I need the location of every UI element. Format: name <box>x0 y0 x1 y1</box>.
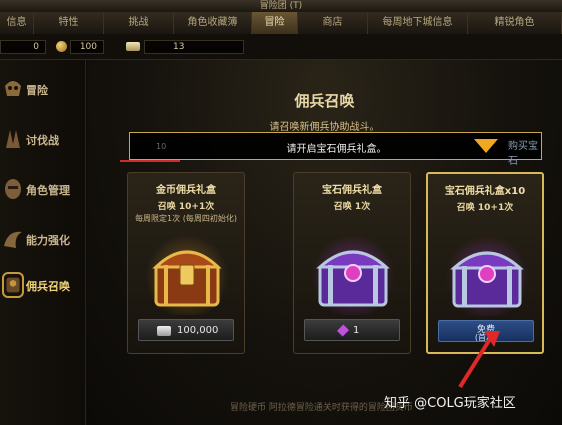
tab-character-album[interactable]: 角色收藏簿 <box>174 12 252 34</box>
sidebar-item-mercenary-summon[interactable]: 佣兵召唤 <box>0 268 86 302</box>
currency-gold-value: 100 <box>70 40 104 54</box>
purple-chest-icon <box>442 232 532 316</box>
sidebar-item-character-manage[interactable]: 角色管理 <box>0 172 86 206</box>
card-title: 宝石佣兵礼盒x10 <box>444 186 526 197</box>
purple-gem-icon <box>336 324 350 337</box>
buy-gem-button[interactable]: 购买宝石 <box>508 137 541 167</box>
notice-highlight-line <box>120 160 180 162</box>
beast-claw-icon <box>6 130 20 148</box>
watermark: 知乎 @COLG玩家社区 <box>384 396 516 411</box>
sidebar: 冒险 讨伐战 角色管理 能力强化 佣兵召唤 <box>0 60 86 425</box>
tab-adventure[interactable]: 冒险 <box>252 12 298 34</box>
down-arrow-icon <box>474 139 498 153</box>
card-title: 金币佣兵礼盒 <box>156 185 216 196</box>
gem-box-buy-button[interactable]: 1 <box>304 319 400 341</box>
tab-traits[interactable]: 特性 <box>34 12 104 34</box>
currency-bars-value: 13 <box>144 40 244 54</box>
purple-chest-icon <box>308 231 398 315</box>
gold-mercenary-box-card[interactable]: 金币佣兵礼盒 召唤 10+1次 每周限定1次 (每周四初始化) 100,000 <box>127 172 245 354</box>
tab-shop[interactable]: 商店 <box>298 12 368 34</box>
card-summon-count: 召唤 10+1次 <box>456 203 514 213</box>
card-title: 宝石佣兵礼盒 <box>322 185 382 196</box>
currency-first-value: 0 <box>0 40 46 54</box>
price-value: 1 <box>353 325 360 336</box>
sidebar-item-label: 讨伐战 <box>26 134 59 147</box>
sidebar-item-raid[interactable]: 讨伐战 <box>0 122 86 156</box>
card-note: 每周限定1次 (每周四初始化) <box>135 214 237 223</box>
card-summon-count: 召唤 10+1次 <box>157 202 215 212</box>
silver-bars-icon <box>157 326 171 336</box>
page-title: 佣兵召唤 <box>294 92 355 110</box>
sidebar-item-adventure[interactable]: 冒险 <box>0 72 86 106</box>
mercenary-icon <box>2 272 24 298</box>
tab-elite-character[interactable]: 精锐角色 <box>468 12 562 34</box>
tab-bar: 信息 特性 挑战 角色收藏簿 冒险 商店 每周地下城信息 精锐角色 <box>0 12 562 34</box>
notice-bar: 10 请开启宝石佣兵礼盒。 购买宝石 <box>120 132 542 167</box>
page-subtitle: 请召唤新佣兵协助战斗。 <box>269 122 380 133</box>
sidebar-item-label: 能力强化 <box>26 234 70 247</box>
dragon-wing-icon <box>4 231 22 248</box>
window-title: 冒险团 (T) <box>0 0 562 12</box>
sidebar-item-label: 角色管理 <box>26 184 70 197</box>
tab-challenge[interactable]: 挑战 <box>104 12 174 34</box>
sidebar-item-label: 冒险 <box>26 84 48 97</box>
sidebar-item-label: 佣兵召唤 <box>26 280 70 293</box>
warrior-face-icon <box>5 179 21 199</box>
skull-helmet-icon <box>5 81 21 96</box>
tab-info[interactable]: 信息 <box>0 12 34 34</box>
card-summon-count: 召唤 1次 <box>333 202 371 212</box>
price-value: 100,000 <box>177 325 219 336</box>
sidebar-item-ability-enhance[interactable]: 能力强化 <box>0 222 86 256</box>
tab-weekly-dungeon[interactable]: 每周地下城信息 <box>368 12 468 34</box>
currency-bar: 0 100 13 <box>0 34 562 60</box>
gold-chest-icon <box>142 231 232 315</box>
gold-coin-icon <box>56 41 67 52</box>
silver-bars-icon <box>126 42 140 51</box>
red-annotation-arrow-icon <box>458 331 500 389</box>
gold-box-buy-button[interactable]: 100,000 <box>138 319 234 341</box>
gem-mercenary-box-card[interactable]: 宝石佣兵礼盒 召唤 1次 1 <box>293 172 411 354</box>
